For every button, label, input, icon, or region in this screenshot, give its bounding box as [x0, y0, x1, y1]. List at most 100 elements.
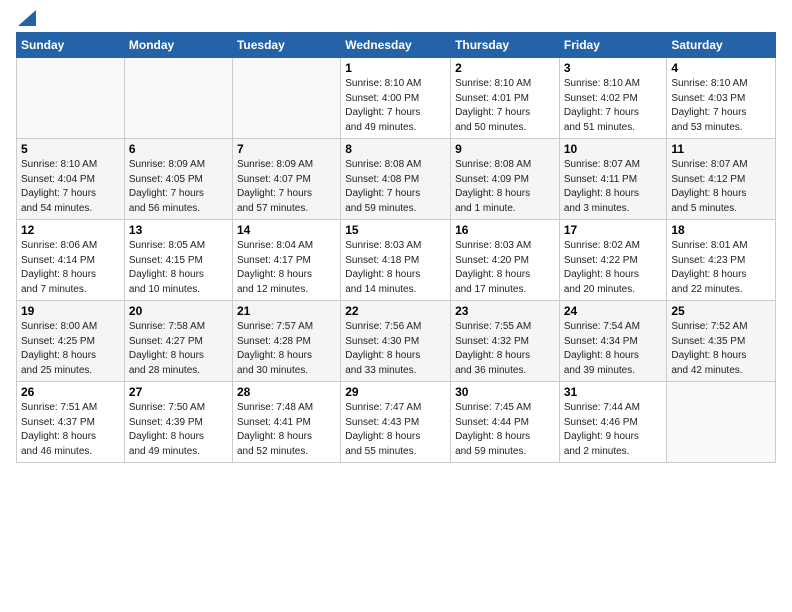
day-info: Sunrise: 8:10 AMSunset: 4:00 PMDaylight:… — [345, 77, 446, 135]
calendar-cell: 6 Sunrise: 8:09 AMSunset: 4:05 PMDaylight… — [124, 139, 232, 220]
day-number: 3 — [564, 61, 663, 75]
day-number: 8 — [345, 142, 446, 156]
day-info: Sunrise: 7:44 AMSunset: 4:46 PMDaylight:… — [564, 401, 663, 459]
weekday-thursday: Thursday — [451, 33, 560, 58]
calendar-week-1: 1 Sunrise: 8:10 AMSunset: 4:00 PMDaylight… — [17, 58, 776, 139]
day-number: 17 — [564, 223, 663, 237]
day-info: Sunrise: 7:58 AMSunset: 4:27 PMDaylight:… — [129, 320, 228, 378]
day-number: 13 — [129, 223, 228, 237]
calendar-cell: 30 Sunrise: 7:45 AMSunset: 4:44 PMDayligh… — [451, 382, 560, 463]
calendar-cell: 2 Sunrise: 8:10 AMSunset: 4:01 PMDaylight… — [451, 58, 560, 139]
day-number: 14 — [237, 223, 336, 237]
calendar-cell: 19 Sunrise: 8:00 AMSunset: 4:25 PMDayligh… — [17, 301, 125, 382]
header — [16, 12, 776, 26]
day-number: 19 — [21, 304, 120, 318]
calendar-cell: 15Sunrise: 8:03 AMSunset: 4:18 PMDayligh… — [341, 220, 451, 301]
calendar-cell: 13Sunrise: 8:05 AMSunset: 4:15 PMDayligh… — [124, 220, 232, 301]
day-info: Sunrise: 7:57 AMSunset: 4:28 PMDaylight:… — [237, 320, 336, 378]
weekday-friday: Friday — [559, 33, 667, 58]
day-info: Sunrise: 7:45 AMSunset: 4:44 PMDaylight:… — [455, 401, 555, 459]
day-info: Sunrise: 8:04 AMSunset: 4:17 PMDaylight:… — [237, 239, 336, 297]
day-info: Sunrise: 8:07 AMSunset: 4:12 PMDaylight:… — [671, 158, 771, 216]
day-info: Sunrise: 8:10 AMSunset: 4:03 PMDaylight:… — [671, 77, 771, 135]
calendar-cell: 16Sunrise: 8:03 AMSunset: 4:20 PMDayligh… — [451, 220, 560, 301]
calendar-cell: 22 Sunrise: 7:56 AMSunset: 4:30 PMDayligh… — [341, 301, 451, 382]
calendar-cell: 20 Sunrise: 7:58 AMSunset: 4:27 PMDayligh… — [124, 301, 232, 382]
day-info: Sunrise: 8:09 AMSunset: 4:05 PMDaylight:… — [129, 158, 228, 216]
day-number: 1 — [345, 61, 446, 75]
weekday-sunday: Sunday — [17, 33, 125, 58]
calendar-cell — [667, 382, 776, 463]
weekday-monday: Monday — [124, 33, 232, 58]
calendar-cell: 17 Sunrise: 8:02 AMSunset: 4:22 PMDayligh… — [559, 220, 667, 301]
calendar-cell: 23 Sunrise: 7:55 AMSunset: 4:32 PMDayligh… — [451, 301, 560, 382]
calendar-cell — [17, 58, 125, 139]
day-number: 11 — [671, 142, 771, 156]
day-number: 29 — [345, 385, 446, 399]
day-info: Sunrise: 8:01 AMSunset: 4:23 PMDaylight:… — [671, 239, 771, 297]
calendar-cell: 21 Sunrise: 7:57 AMSunset: 4:28 PMDayligh… — [232, 301, 340, 382]
weekday-header-row: SundayMondayTuesdayWednesdayThursdayFrid… — [17, 33, 776, 58]
calendar-cell: 10 Sunrise: 8:07 AMSunset: 4:11 PMDayligh… — [559, 139, 667, 220]
day-info: Sunrise: 8:07 AMSunset: 4:11 PMDaylight:… — [564, 158, 663, 216]
calendar-cell: 27 Sunrise: 7:50 AMSunset: 4:39 PMDayligh… — [124, 382, 232, 463]
day-info: Sunrise: 8:08 AMSunset: 4:08 PMDaylight:… — [345, 158, 446, 216]
day-info: Sunrise: 7:47 AMSunset: 4:43 PMDaylight:… — [345, 401, 446, 459]
day-number: 12 — [21, 223, 120, 237]
day-number: 31 — [564, 385, 663, 399]
day-number: 4 — [671, 61, 771, 75]
calendar-cell: 5Sunrise: 8:10 AMSunset: 4:04 PMDaylight… — [17, 139, 125, 220]
day-number: 22 — [345, 304, 446, 318]
day-info: Sunrise: 8:09 AMSunset: 4:07 PMDaylight:… — [237, 158, 336, 216]
day-number: 23 — [455, 304, 555, 318]
calendar-cell: 25Sunrise: 7:52 AMSunset: 4:35 PMDayligh… — [667, 301, 776, 382]
calendar-cell: 31 Sunrise: 7:44 AMSunset: 4:46 PMDayligh… — [559, 382, 667, 463]
day-number: 28 — [237, 385, 336, 399]
calendar-week-5: 26Sunrise: 7:51 AMSunset: 4:37 PMDayligh… — [17, 382, 776, 463]
weekday-saturday: Saturday — [667, 33, 776, 58]
day-number: 21 — [237, 304, 336, 318]
day-number: 15 — [345, 223, 446, 237]
calendar-cell: 28 Sunrise: 7:48 AMSunset: 4:41 PMDayligh… — [232, 382, 340, 463]
calendar-cell: 3 Sunrise: 8:10 AMSunset: 4:02 PMDaylight… — [559, 58, 667, 139]
day-info: Sunrise: 7:52 AMSunset: 4:35 PMDaylight:… — [671, 320, 771, 378]
day-info: Sunrise: 7:51 AMSunset: 4:37 PMDaylight:… — [21, 401, 120, 459]
day-number: 27 — [129, 385, 228, 399]
day-info: Sunrise: 7:56 AMSunset: 4:30 PMDaylight:… — [345, 320, 446, 378]
day-info: Sunrise: 8:06 AMSunset: 4:14 PMDaylight:… — [21, 239, 120, 297]
calendar-cell: 18Sunrise: 8:01 AMSunset: 4:23 PMDayligh… — [667, 220, 776, 301]
day-number: 7 — [237, 142, 336, 156]
calendar-cell: 9 Sunrise: 8:08 AMSunset: 4:09 PMDaylight… — [451, 139, 560, 220]
day-info: Sunrise: 7:50 AMSunset: 4:39 PMDaylight:… — [129, 401, 228, 459]
day-number: 2 — [455, 61, 555, 75]
calendar-cell: 1 Sunrise: 8:10 AMSunset: 4:00 PMDaylight… — [341, 58, 451, 139]
day-info: Sunrise: 8:10 AMSunset: 4:02 PMDaylight:… — [564, 77, 663, 135]
calendar-week-3: 12 Sunrise: 8:06 AMSunset: 4:14 PMDayligh… — [17, 220, 776, 301]
day-info: Sunrise: 7:48 AMSunset: 4:41 PMDaylight:… — [237, 401, 336, 459]
day-info: Sunrise: 8:10 AMSunset: 4:01 PMDaylight:… — [455, 77, 555, 135]
day-number: 10 — [564, 142, 663, 156]
calendar-cell: 29 Sunrise: 7:47 AMSunset: 4:43 PMDayligh… — [341, 382, 451, 463]
day-info: Sunrise: 7:55 AMSunset: 4:32 PMDaylight:… — [455, 320, 555, 378]
calendar-table: SundayMondayTuesdayWednesdayThursdayFrid… — [16, 32, 776, 463]
calendar-cell: 4 Sunrise: 8:10 AMSunset: 4:03 PMDaylight… — [667, 58, 776, 139]
day-number: 6 — [129, 142, 228, 156]
calendar-week-2: 5Sunrise: 8:10 AMSunset: 4:04 PMDaylight… — [17, 139, 776, 220]
day-number: 20 — [129, 304, 228, 318]
logo — [16, 12, 36, 26]
page-container: SundayMondayTuesdayWednesdayThursdayFrid… — [0, 0, 792, 471]
day-number: 9 — [455, 142, 555, 156]
day-info: Sunrise: 8:08 AMSunset: 4:09 PMDaylight:… — [455, 158, 555, 216]
calendar-cell: 8 Sunrise: 8:08 AMSunset: 4:08 PMDaylight… — [341, 139, 451, 220]
day-number: 30 — [455, 385, 555, 399]
calendar-cell: 11 Sunrise: 8:07 AMSunset: 4:12 PMDayligh… — [667, 139, 776, 220]
day-number: 24 — [564, 304, 663, 318]
calendar-week-4: 19 Sunrise: 8:00 AMSunset: 4:25 PMDayligh… — [17, 301, 776, 382]
day-info: Sunrise: 8:02 AMSunset: 4:22 PMDaylight:… — [564, 239, 663, 297]
logo-icon — [18, 10, 36, 26]
day-info: Sunrise: 8:10 AMSunset: 4:04 PMDaylight:… — [21, 158, 120, 216]
weekday-wednesday: Wednesday — [341, 33, 451, 58]
calendar-cell: 7 Sunrise: 8:09 AMSunset: 4:07 PMDaylight… — [232, 139, 340, 220]
day-info: Sunrise: 8:00 AMSunset: 4:25 PMDaylight:… — [21, 320, 120, 378]
day-number: 16 — [455, 223, 555, 237]
